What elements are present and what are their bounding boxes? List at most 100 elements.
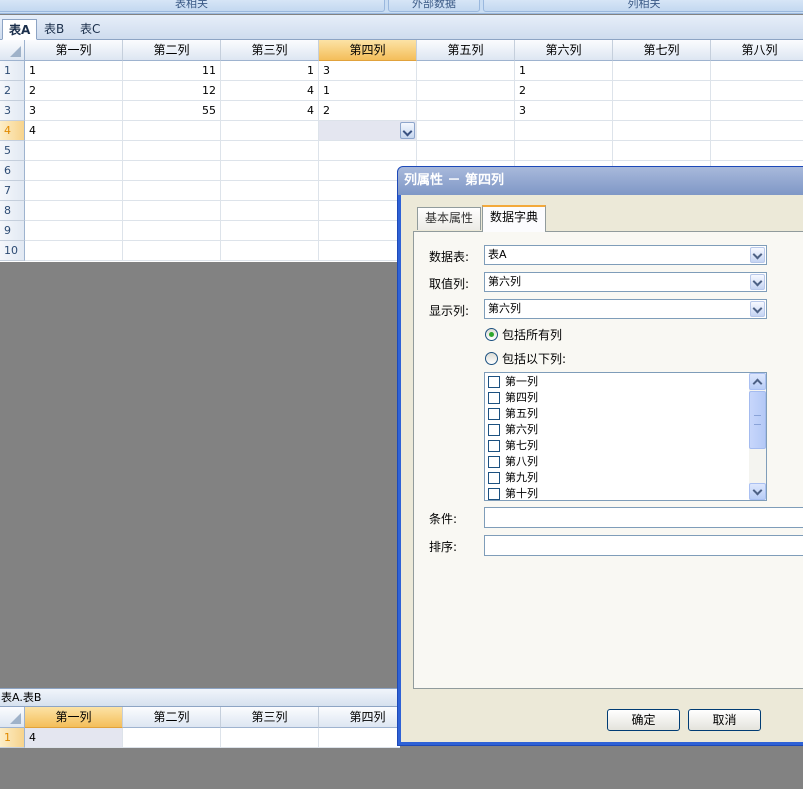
table-cell[interactable] bbox=[417, 141, 515, 161]
column-header[interactable]: 第二列 bbox=[123, 707, 221, 728]
table-cell[interactable] bbox=[711, 101, 803, 121]
checkbox[interactable] bbox=[488, 392, 500, 404]
column-header[interactable]: 第三列 bbox=[221, 40, 319, 61]
column-header[interactable]: 第三列 bbox=[221, 707, 319, 728]
table-cell[interactable] bbox=[25, 181, 123, 201]
table-cell[interactable] bbox=[221, 241, 319, 261]
table-cell[interactable] bbox=[515, 121, 613, 141]
table-cell[interactable] bbox=[417, 81, 515, 101]
sheet-tab-b[interactable]: 表B bbox=[38, 19, 70, 40]
sheet-tab-c[interactable]: 表C bbox=[74, 19, 106, 40]
table-cell[interactable]: 3 bbox=[25, 101, 123, 121]
sheet-tab-a[interactable]: 表A bbox=[2, 19, 38, 40]
tab-data-dictionary[interactable]: 数据字典 bbox=[482, 205, 547, 232]
table-cell[interactable]: 4 bbox=[25, 121, 123, 141]
table-cell[interactable]: 12 bbox=[123, 81, 221, 101]
table-cell[interactable] bbox=[123, 201, 221, 221]
table-cell[interactable] bbox=[711, 121, 803, 141]
table-cell[interactable] bbox=[613, 121, 711, 141]
dropdown-cell-editor[interactable] bbox=[319, 121, 417, 141]
checkbox[interactable] bbox=[488, 456, 500, 468]
table-cell[interactable]: 1 bbox=[319, 81, 417, 101]
table-cell[interactable] bbox=[319, 141, 417, 161]
scroll-up-icon[interactable] bbox=[749, 373, 766, 390]
scroll-down-icon[interactable] bbox=[749, 483, 766, 500]
checkbox[interactable] bbox=[488, 408, 500, 420]
table-cell[interactable] bbox=[221, 161, 319, 181]
row-header[interactable]: 6 bbox=[0, 161, 25, 181]
column-header[interactable]: 第八列 bbox=[711, 40, 803, 61]
table-cell[interactable]: 4 bbox=[221, 81, 319, 101]
table-cell[interactable] bbox=[221, 201, 319, 221]
column-header[interactable]: 第一列 bbox=[25, 40, 123, 61]
table-cell[interactable] bbox=[613, 61, 711, 81]
radio-include-following-columns-label[interactable]: 包括以下列: bbox=[502, 350, 566, 367]
table-cell[interactable] bbox=[25, 141, 123, 161]
table-cell[interactable]: 4 bbox=[25, 728, 123, 748]
table-cell[interactable]: 4 bbox=[221, 101, 319, 121]
checkbox[interactable] bbox=[488, 488, 500, 500]
ribbon-group-table[interactable]: 表相关 bbox=[0, 0, 385, 12]
value-column-select[interactable]: 第六列 bbox=[484, 272, 767, 292]
bottom-select-all-corner[interactable] bbox=[0, 707, 25, 728]
table-cell[interactable] bbox=[613, 141, 711, 161]
table-cell[interactable] bbox=[123, 181, 221, 201]
table-cell[interactable]: 1 bbox=[25, 61, 123, 81]
dialog-title[interactable]: 列属性 － 第四列 bbox=[398, 167, 803, 195]
radio-include-all-columns[interactable] bbox=[485, 328, 498, 341]
scroll-thumb[interactable] bbox=[749, 391, 766, 449]
table-cell[interactable] bbox=[123, 141, 221, 161]
table-cell[interactable]: 3 bbox=[319, 61, 417, 81]
checkbox[interactable] bbox=[488, 376, 500, 388]
table-cell[interactable] bbox=[123, 728, 221, 748]
table-cell[interactable]: 2 bbox=[515, 81, 613, 101]
tab-basic-properties[interactable]: 基本属性 bbox=[417, 207, 482, 230]
table-cell[interactable] bbox=[711, 141, 803, 161]
ribbon-group-external-data[interactable]: 外部数据 bbox=[388, 0, 480, 12]
cancel-button[interactable]: 取消 bbox=[688, 709, 761, 731]
table-cell[interactable] bbox=[711, 61, 803, 81]
table-cell[interactable] bbox=[613, 81, 711, 101]
column-header[interactable]: 第二列 bbox=[123, 40, 221, 61]
table-cell[interactable]: 2 bbox=[25, 81, 123, 101]
chevron-down-icon[interactable] bbox=[400, 122, 415, 139]
table-cell[interactable] bbox=[515, 141, 613, 161]
row-header[interactable]: 3 bbox=[0, 101, 25, 121]
table-cell[interactable] bbox=[711, 81, 803, 101]
table-cell[interactable] bbox=[25, 161, 123, 181]
table-cell[interactable] bbox=[613, 101, 711, 121]
table-cell[interactable] bbox=[123, 241, 221, 261]
chevron-down-icon[interactable] bbox=[750, 247, 765, 263]
ribbon-group-column[interactable]: 列相关 bbox=[483, 0, 803, 12]
list-scrollbar[interactable] bbox=[749, 373, 766, 500]
column-header[interactable]: 第四列 bbox=[319, 40, 417, 61]
table-select[interactable]: 表A bbox=[484, 245, 767, 265]
table-cell[interactable] bbox=[417, 121, 515, 141]
table-cell[interactable]: 3 bbox=[515, 101, 613, 121]
ok-button[interactable]: 确定 bbox=[607, 709, 680, 731]
table-cell[interactable]: 2 bbox=[319, 101, 417, 121]
table-cell[interactable] bbox=[221, 141, 319, 161]
radio-include-all-columns-label[interactable]: 包括所有列 bbox=[502, 326, 562, 343]
sort-input[interactable] bbox=[484, 535, 803, 556]
select-all-corner[interactable] bbox=[0, 40, 25, 61]
table-cell[interactable] bbox=[123, 221, 221, 241]
column-checkbox-list[interactable]: 第一列 第四列 第五列 第六列 第七列 第八列 第九列 第十列 bbox=[484, 372, 767, 501]
row-header[interactable]: 4 bbox=[0, 121, 25, 141]
table-cell[interactable]: 1 bbox=[515, 61, 613, 81]
row-header[interactable]: 5 bbox=[0, 141, 25, 161]
condition-input[interactable] bbox=[484, 507, 803, 528]
chevron-down-icon[interactable] bbox=[750, 301, 765, 317]
row-header[interactable]: 1 bbox=[0, 728, 25, 748]
column-header[interactable]: 第六列 bbox=[515, 40, 613, 61]
table-cell[interactable] bbox=[319, 728, 400, 748]
table-cell[interactable]: 1 bbox=[221, 61, 319, 81]
column-header[interactable]: 第四列 bbox=[319, 707, 400, 728]
display-column-select[interactable]: 第六列 bbox=[484, 299, 767, 319]
table-cell[interactable] bbox=[25, 201, 123, 221]
table-cell[interactable]: 11 bbox=[123, 61, 221, 81]
row-header[interactable]: 8 bbox=[0, 201, 25, 221]
chevron-down-icon[interactable] bbox=[750, 274, 765, 290]
checkbox[interactable] bbox=[488, 472, 500, 484]
table-cell[interactable] bbox=[221, 121, 319, 141]
